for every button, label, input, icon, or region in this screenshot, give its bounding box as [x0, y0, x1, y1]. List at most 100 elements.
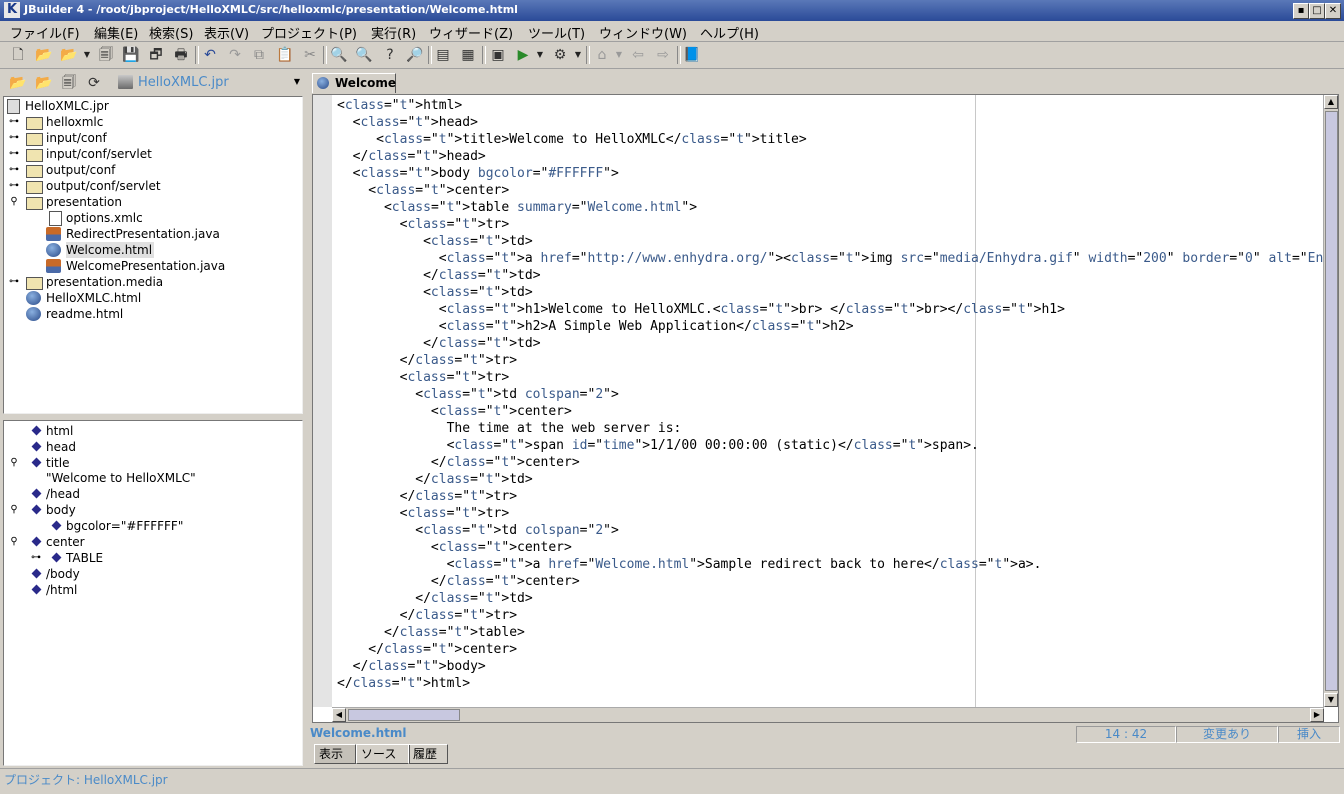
code-line[interactable]: </class="t">head	[337, 149, 478, 164]
expand-icon[interactable]: ⊶	[9, 114, 19, 130]
code-line[interactable]: <class="t">tr	[337, 217, 502, 232]
code-line[interactable]: </class="t">td	[337, 591, 525, 606]
run-icon[interactable]: ▶	[513, 45, 533, 65]
expand-icon[interactable]: ⊶	[9, 146, 19, 162]
close-button[interactable]: ✕	[1325, 3, 1341, 19]
save-icon[interactable]: 💾	[121, 45, 141, 65]
paste-icon[interactable]: 📋	[275, 45, 295, 65]
debug-dropdown-icon[interactable]: ▼	[574, 45, 582, 65]
debug-icon[interactable]: ⚙	[550, 45, 570, 65]
menu-tools[interactable]: ツール(T)	[528, 23, 585, 42]
code-line[interactable]: <class="t">h1	[337, 302, 541, 317]
code-line[interactable]: </class="t">center	[337, 642, 509, 657]
collapse-icon[interactable]: ⚲	[9, 194, 19, 210]
search-path-icon[interactable]: 🔎	[405, 45, 425, 65]
expand-icon[interactable]: ⊶	[9, 130, 19, 146]
horizontal-scrollbar[interactable]: ◀ ▶	[332, 707, 1324, 722]
scroll-down-icon[interactable]: ▼	[1324, 693, 1338, 707]
close-project-icon[interactable]: 🗐	[59, 73, 79, 93]
code-line[interactable]: </class="t">table	[337, 625, 517, 640]
code-line[interactable]: <class="t">tr	[337, 506, 502, 521]
close-file-icon[interactable]: 🗐	[96, 45, 116, 65]
expand-icon[interactable]: ⊶	[9, 178, 19, 194]
code-line[interactable]: The time at the web server is:	[337, 421, 682, 436]
copy-icon[interactable]: ⧉	[249, 45, 269, 65]
rebuild-project-icon[interactable]: ▦	[458, 45, 478, 65]
code-line[interactable]: </class="t">center	[337, 574, 572, 589]
find-icon[interactable]: 🔍	[329, 45, 349, 65]
new-file-icon[interactable]: 🗋	[8, 45, 28, 65]
code-line[interactable]: <class="t">td	[337, 285, 525, 300]
menu-view[interactable]: 表示(V)	[204, 23, 249, 42]
run-configuration-icon[interactable]: ▣	[488, 45, 508, 65]
code-line[interactable]: <class="t">center	[337, 183, 501, 198]
remove-file-icon[interactable]: 📂	[34, 73, 54, 93]
code-line[interactable]: </class="t">td	[337, 336, 533, 351]
code-line[interactable]: <class="t">td	[337, 387, 517, 402]
expand-icon[interactable]: ⊶	[31, 550, 41, 566]
tab-history[interactable]: 履歴	[408, 744, 448, 764]
reopen-dropdown-icon[interactable]: ▼	[83, 45, 91, 65]
code-line[interactable]: <class="t">center	[337, 540, 564, 555]
code-line[interactable]: <class="t">center	[337, 404, 564, 419]
code-line[interactable]: </class="t">td	[337, 472, 525, 487]
add-file-icon[interactable]: 📂	[8, 73, 28, 93]
maximize-button[interactable]: □	[1309, 3, 1325, 19]
menu-project[interactable]: プロジェクト(P)	[261, 23, 357, 42]
code-line[interactable]: <class="t">table	[337, 200, 509, 215]
vertical-scrollbar[interactable]: ▲ ▼	[1323, 95, 1338, 707]
code-line[interactable]: <class="t">body	[337, 166, 470, 181]
scroll-up-icon[interactable]: ▲	[1324, 95, 1338, 109]
scroll-left-icon[interactable]: ◀	[332, 708, 346, 722]
tab-view[interactable]: 表示	[314, 744, 356, 764]
menu-edit[interactable]: 編集(E)	[94, 23, 138, 42]
code-line[interactable]: <class="t">a	[337, 557, 541, 572]
code-line[interactable]: </class="t">tr	[337, 608, 510, 623]
redo-icon[interactable]: ↷	[225, 45, 245, 65]
run-dropdown-icon[interactable]: ▼	[536, 45, 544, 65]
tab-source[interactable]: ソース	[356, 744, 410, 764]
print-icon[interactable]: 🖶	[171, 45, 191, 65]
code-line[interactable]: <class="t">td	[337, 234, 525, 249]
collapse-icon[interactable]: ⚲	[9, 455, 19, 471]
refresh-icon[interactable]: ⟳	[84, 73, 104, 93]
scroll-right-icon[interactable]: ▶	[1310, 708, 1324, 722]
menu-search[interactable]: 検索(S)	[149, 23, 193, 42]
help-book-icon[interactable]: 📘	[682, 45, 702, 65]
code-line[interactable]: </class="t">td	[337, 268, 533, 283]
menu-file[interactable]: ファイル(F)	[10, 23, 80, 42]
cut-icon[interactable]: ✂	[300, 45, 320, 65]
scroll-thumb[interactable]	[348, 709, 460, 721]
project-selector[interactable]: HelloXMLC.jpr ▼	[116, 74, 302, 92]
save-all-icon[interactable]: 🗗	[146, 45, 166, 65]
replace-icon[interactable]: ?	[380, 45, 400, 65]
code-line[interactable]: </class="t">tr	[337, 489, 510, 504]
code-line[interactable]: <class="t">head	[337, 115, 470, 130]
code-text[interactable]: <class="t">html> <class="t">head> <class…	[337, 97, 1338, 692]
reopen-icon[interactable]: 📂	[59, 45, 79, 65]
code-line[interactable]: </class="t">html	[337, 676, 462, 691]
code-line[interactable]: </class="t">body	[337, 659, 478, 674]
minimize-button[interactable]: ▪	[1293, 3, 1309, 19]
tab-welcome[interactable]: Welcome	[312, 73, 396, 93]
menu-window[interactable]: ウィンドウ(W)	[599, 23, 687, 42]
undo-icon[interactable]: ↶	[200, 45, 220, 65]
expand-icon[interactable]: ⊶	[9, 162, 19, 178]
code-line[interactable]: <class="t">html	[337, 98, 454, 113]
code-line[interactable]: <class="t">tr	[337, 370, 502, 385]
find-again-icon[interactable]: 🔍	[354, 45, 374, 65]
code-line[interactable]: <class="t">a	[337, 251, 533, 266]
back-icon[interactable]: ⇦	[628, 45, 648, 65]
make-project-icon[interactable]: ▤	[433, 45, 453, 65]
source-editor[interactable]: <class="t">html> <class="t">head> <class…	[312, 94, 1339, 723]
scroll-thumb[interactable]	[1325, 111, 1338, 691]
code-line[interactable]: </class="t">center	[337, 455, 572, 470]
menu-help[interactable]: ヘルプ(H)	[700, 23, 759, 42]
menu-wizard[interactable]: ウィザード(Z)	[429, 23, 513, 42]
code-line[interactable]: <class="t">h2	[337, 319, 541, 334]
menu-run[interactable]: 実行(R)	[371, 23, 416, 42]
home-icon[interactable]: ⌂	[592, 45, 612, 65]
code-line[interactable]: <class="t">title	[337, 132, 501, 147]
collapse-icon[interactable]: ⚲	[9, 502, 19, 518]
app-icon[interactable]: K	[4, 2, 20, 18]
